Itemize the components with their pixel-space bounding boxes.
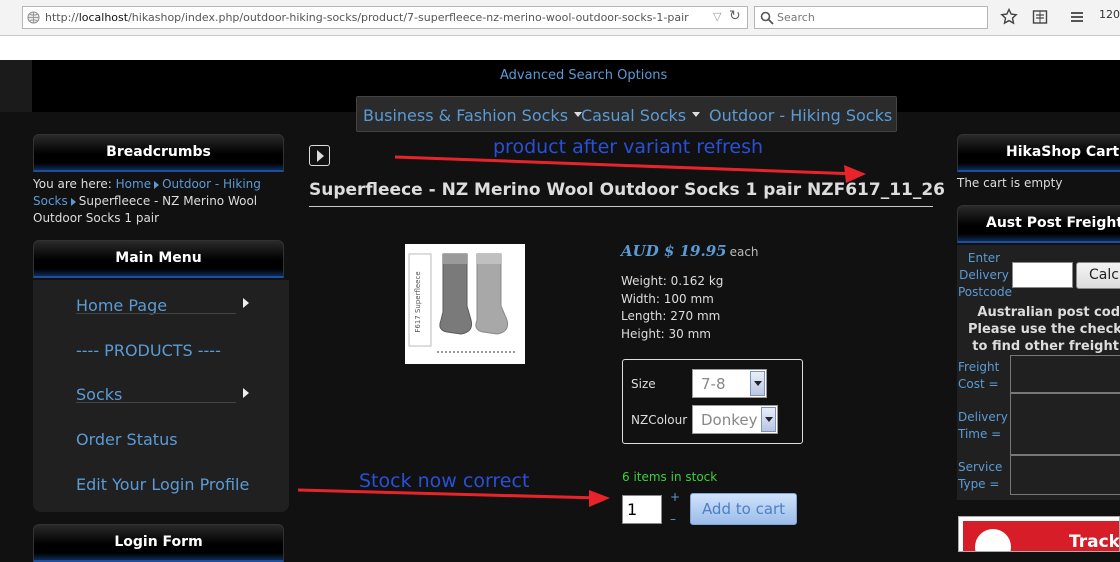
freight-cost-value [1010,355,1120,393]
delivery-time-value [1010,393,1120,455]
arrow-line-bottom [297,488,601,500]
track-banner[interactable]: Track [958,516,1120,552]
delivery-time-label: Delivery Time = [958,410,1008,441]
cart-status: The cart is empty [957,176,1063,190]
calculate-button[interactable]: Calc [1076,262,1120,289]
postcode-label: Enter Delivery Postcode [958,251,1013,299]
service-type-label: Service Type = [958,460,1003,491]
freight-cost-label: Freight Cost = [958,360,1000,391]
freight-note: Australian post codesPlease use the chec… [968,305,1120,354]
track-text: Track [1069,532,1120,552]
arrow-line-top [394,155,859,176]
cart-module-title: HikaShop Cart M [957,134,1120,172]
freight-module-title: Aust Post Freight E [957,205,1120,243]
arrowhead-bottom-icon [589,490,610,507]
annotation-arrows [297,155,866,507]
service-type-value [1010,455,1120,495]
arrowhead-top-icon [844,165,866,183]
postcode-input[interactable] [1012,262,1073,288]
